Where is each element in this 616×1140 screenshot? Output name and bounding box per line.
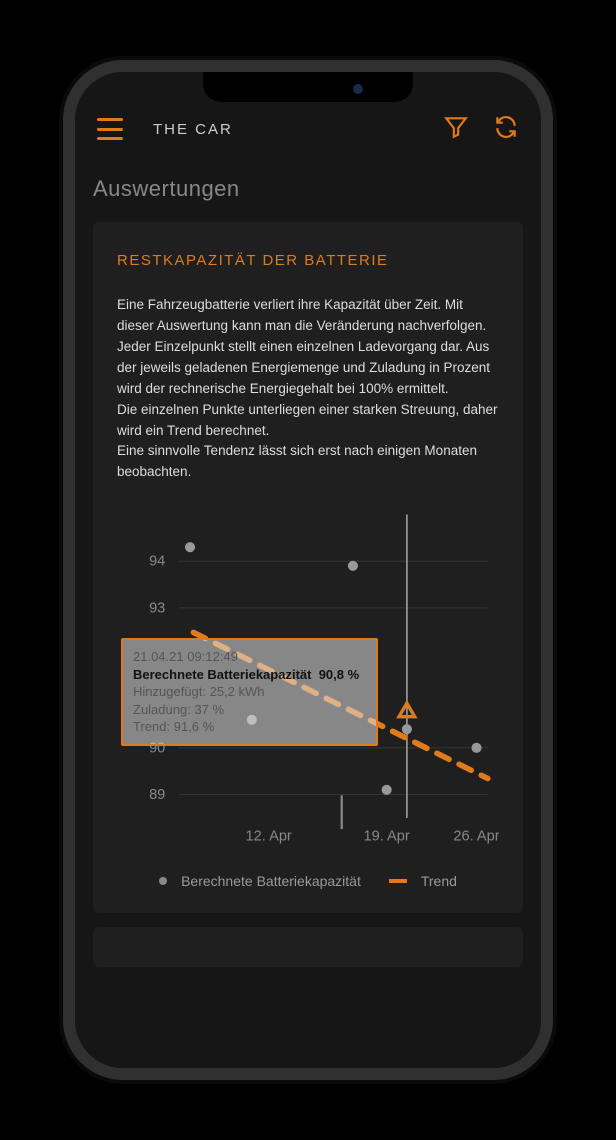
filter-icon[interactable] (443, 114, 469, 145)
chart-legend: Berechnete Batteriekapazität Trend (117, 873, 499, 889)
legend-line-icon (389, 879, 407, 883)
svg-text:19. Apr: 19. Apr (364, 829, 410, 845)
app-screen: THE CAR Auswertungen RESTKAPAZITÄT DER B… (75, 72, 541, 1068)
chart-tooltip: 21.04.21 09:12:49 Berechnete Batteriekap… (121, 638, 378, 746)
svg-text:26. Apr: 26. Apr (453, 829, 499, 845)
phone-notch (203, 72, 413, 102)
tooltip-added: Hinzugefügt: 25,2 kWh (133, 683, 366, 701)
card-title: RESTKAPAZITÄT DER BATTERIE (117, 252, 499, 269)
legend-series-1: Berechnete Batteriekapazität (181, 873, 361, 889)
tooltip-timestamp: 21.04.21 09:12:49 (133, 648, 366, 666)
svg-text:94: 94 (149, 554, 165, 570)
svg-text:12. Apr: 12. Apr (246, 829, 292, 845)
capacity-chart[interactable]: 89909394 12. Apr19. Apr26. Apr (117, 503, 499, 863)
legend-series-2: Trend (421, 873, 457, 889)
battery-capacity-card: RESTKAPAZITÄT DER BATTERIE Eine Fahrzeug… (93, 222, 523, 913)
menu-icon[interactable] (97, 118, 123, 140)
app-title: THE CAR (153, 121, 233, 138)
phone-frame: THE CAR Auswertungen RESTKAPAZITÄT DER B… (63, 60, 553, 1080)
page-title: Auswertungen (93, 176, 523, 202)
refresh-icon[interactable] (493, 114, 519, 145)
tooltip-trend: Trend: 91,6 % (133, 718, 366, 736)
next-card-placeholder (93, 927, 523, 967)
tooltip-main: Berechnete Batteriekapazität 90,8 % (133, 666, 366, 684)
legend-dot-icon (159, 877, 167, 885)
svg-text:93: 93 (149, 601, 165, 617)
svg-text:89: 89 (149, 787, 165, 803)
page-content: Auswertungen RESTKAPAZITÄT DER BATTERIE … (75, 156, 541, 967)
card-description: Eine Fahrzeugbatterie verliert ihre Kapa… (117, 295, 499, 483)
top-bar: THE CAR (75, 102, 541, 156)
tooltip-load: Zuladung: 37 % (133, 701, 366, 719)
